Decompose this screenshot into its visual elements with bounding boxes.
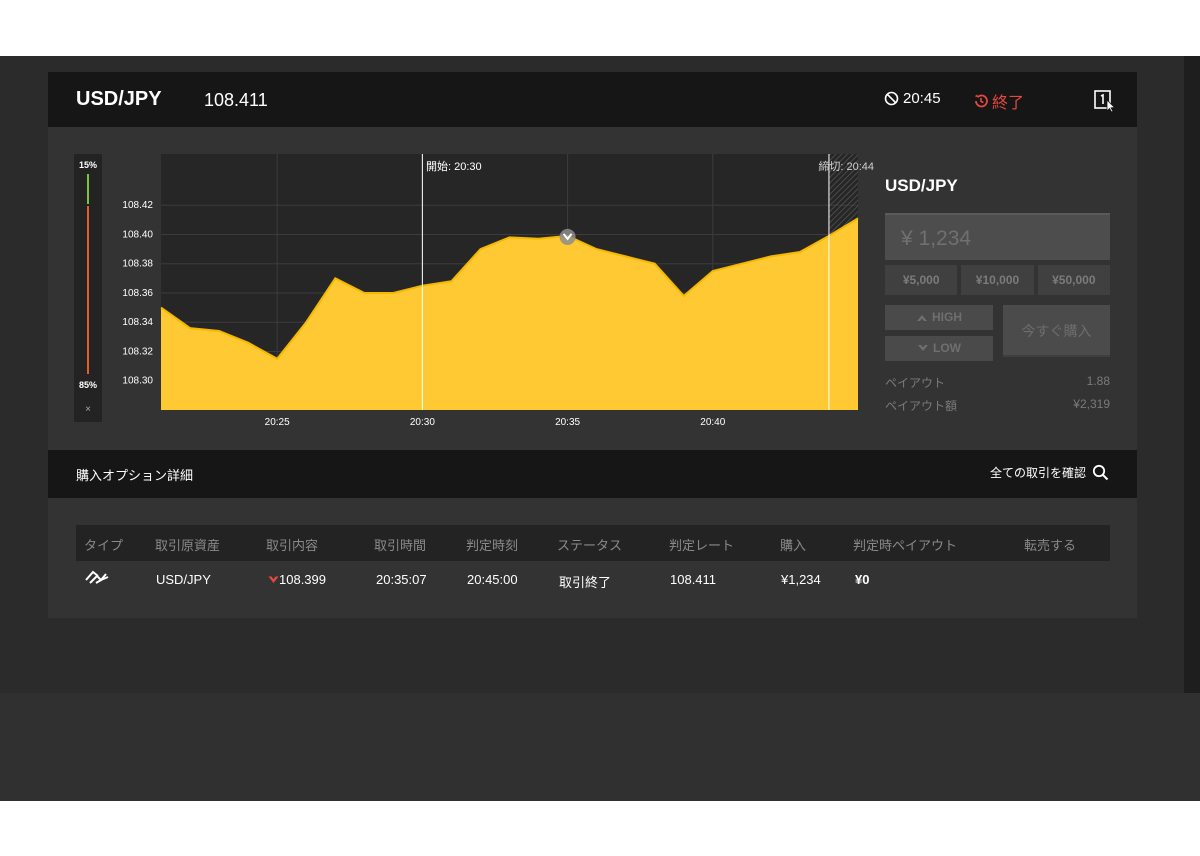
row-rate: 108.411 bbox=[670, 572, 717, 587]
chart-area: 15% 85% × 108.30 108.32 108.34 108.36 108.38… bbox=[48, 127, 1137, 450]
table-row[interactable]: USD/JPY 108.399 20:35:07 20:45:00 取引終了 1… bbox=[76, 561, 1110, 597]
details-header: 購入オプション詳細 全ての取引を確認 bbox=[48, 450, 1137, 498]
payout-amount-label: ペイアウト額 bbox=[885, 399, 958, 413]
row-purchase: ¥1,234 bbox=[781, 572, 821, 587]
option-panel: USD/JPY 108.411 20:45 終了 15% 85% × 108.3… bbox=[48, 72, 1137, 618]
low-button[interactable]: LOW bbox=[885, 336, 993, 361]
asset-title: USD/JPY bbox=[76, 88, 162, 110]
col-judge-time: 判定時刻 bbox=[466, 538, 519, 553]
payout-label: ペイアウト bbox=[885, 376, 946, 390]
payout-amount-value: ¥2,319 bbox=[1073, 397, 1110, 411]
row-content: 108.399 bbox=[268, 572, 326, 587]
trade-asset-title: USD/JPY bbox=[885, 176, 958, 195]
table-header: タイプ 取引原資産 取引内容 取引時間 判定時刻 ステータス 判定レート 購入 … bbox=[76, 525, 1110, 561]
panel-header: USD/JPY 108.411 20:45 終了 bbox=[48, 72, 1137, 127]
row-trade-time: 20:35:07 bbox=[376, 572, 427, 587]
deadline-label: 締切: 20:44 bbox=[818, 159, 874, 173]
x-tick-label: 20:40 bbox=[700, 417, 725, 428]
entry-point bbox=[559, 228, 576, 245]
start-time-label: 開始: 20:30 bbox=[426, 159, 482, 173]
expiry-time: 20:45 bbox=[884, 90, 941, 107]
row-payout: ¥0 bbox=[855, 572, 870, 587]
high-button[interactable]: HIGH bbox=[885, 305, 993, 330]
col-trade-time: 取引時間 bbox=[374, 538, 427, 553]
preset-10000-button[interactable]: ¥10,000 bbox=[961, 265, 1034, 295]
status-indicator: 終了 bbox=[973, 89, 1024, 113]
buy-now-button[interactable]: 今すぐ購入 bbox=[1003, 305, 1110, 357]
col-type: タイプ bbox=[84, 538, 124, 553]
amount-input[interactable]: ¥ 1,234 bbox=[885, 213, 1110, 260]
y-tick-label: 108.38 bbox=[122, 259, 153, 270]
view-all-trades-label: 全ての取引を確認 bbox=[989, 466, 1086, 480]
trades-table: タイプ 取引原資産 取引内容 取引時間 判定時刻 ステータス 判定レート 購入 … bbox=[76, 525, 1110, 597]
expand-window-icon[interactable] bbox=[1094, 89, 1116, 113]
x-tick-label: 20:35 bbox=[555, 417, 580, 428]
col-payout: 判定時ペイアウト bbox=[853, 538, 958, 553]
amount-presets: ¥5,000 ¥10,000 ¥50,000 bbox=[885, 265, 1110, 295]
y-tick-label: 108.32 bbox=[122, 346, 153, 357]
y-tick-label: 108.34 bbox=[122, 317, 153, 328]
y-tick-label: 108.40 bbox=[122, 229, 153, 240]
search-icon bbox=[1092, 464, 1109, 481]
handshake-icon bbox=[85, 570, 109, 584]
row-judge-time: 20:45:00 bbox=[467, 572, 518, 587]
y-tick-label: 108.42 bbox=[122, 200, 153, 211]
price-chart: 108.30 108.32 108.34 108.36 108.38 108.40 108.… bbox=[122, 154, 874, 428]
scrollbar[interactable] bbox=[1184, 56, 1200, 693]
view-all-trades-link[interactable]: 全ての取引を確認 bbox=[990, 464, 1109, 481]
y-tick-label: 108.36 bbox=[122, 288, 153, 299]
low-label: LOW bbox=[933, 341, 961, 355]
col-purchase: 購入 bbox=[780, 538, 807, 553]
current-rate: 108.411 bbox=[204, 90, 268, 110]
preset-5000-button[interactable]: ¥5,000 bbox=[885, 265, 958, 295]
x-tick-label: 20:30 bbox=[410, 417, 435, 428]
app-shell: USD/JPY 108.411 20:45 終了 15% 85% × 108.3… bbox=[0, 56, 1200, 801]
expiry-time-text: 20:45 bbox=[903, 90, 941, 107]
row-asset: USD/JPY bbox=[156, 572, 211, 587]
col-status: ステータス bbox=[557, 538, 623, 553]
row-content-rate: 108.399 bbox=[279, 572, 326, 587]
payout-amount-row: ペイアウト額 ¥2,319 bbox=[885, 397, 1110, 414]
clock-history-icon bbox=[974, 94, 988, 108]
down-arrow-icon bbox=[268, 576, 279, 583]
y-tick-label: 108.30 bbox=[122, 376, 153, 387]
col-rate: 判定レート bbox=[669, 538, 735, 553]
preset-50000-button[interactable]: ¥50,000 bbox=[1037, 265, 1110, 295]
col-content: 取引内容 bbox=[266, 538, 319, 553]
col-asset: 取引原資産 bbox=[155, 538, 221, 553]
down-arrow-icon bbox=[918, 345, 928, 351]
no-entry-icon bbox=[884, 91, 899, 106]
footer-area bbox=[0, 693, 1200, 801]
payout-row: ペイアウト 1.88 bbox=[885, 374, 1110, 391]
col-resale: 転売する bbox=[1024, 538, 1077, 553]
up-arrow-icon bbox=[917, 315, 927, 321]
high-label: HIGH bbox=[932, 310, 962, 324]
payout-value: 1.88 bbox=[1086, 374, 1110, 388]
details-title: 購入オプション詳細 bbox=[76, 468, 194, 483]
status-text: 終了 bbox=[992, 95, 1025, 112]
x-tick-label: 20:25 bbox=[265, 417, 290, 428]
row-status: 取引終了 bbox=[559, 575, 612, 590]
